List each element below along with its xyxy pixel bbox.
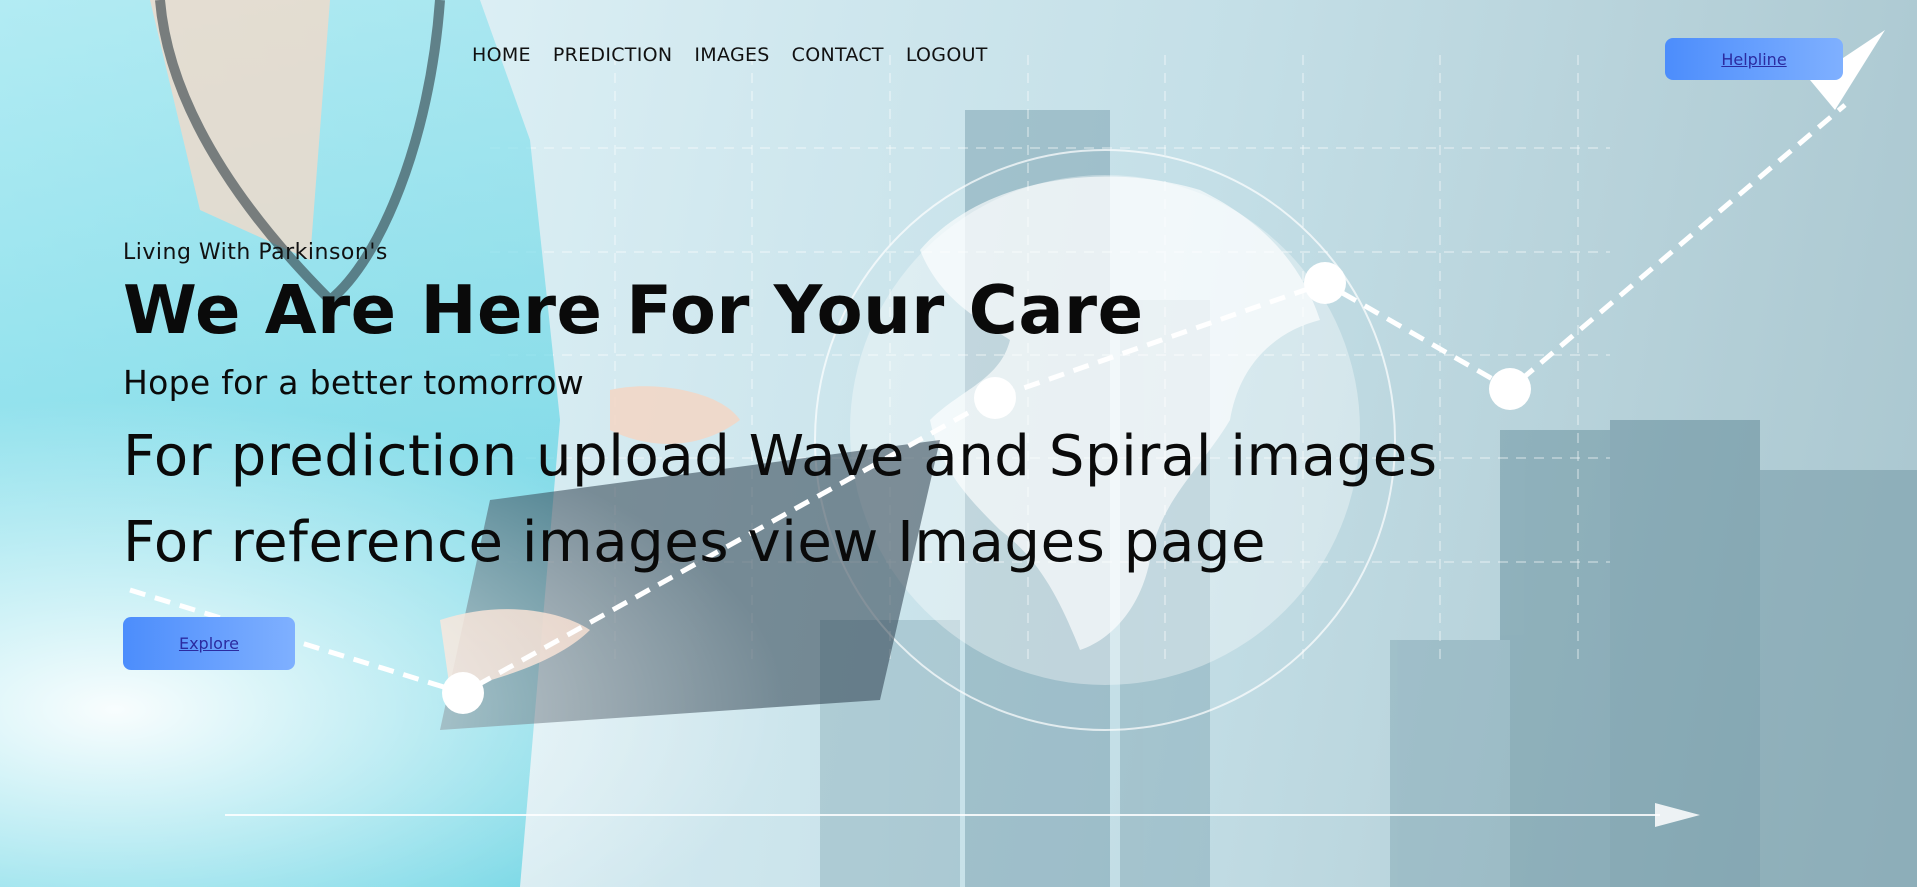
hero-title: We Are Here For Your Care — [123, 271, 1144, 349]
explore-button[interactable]: Explore — [123, 617, 295, 670]
hero-section: Living With Parkinson's We Are Here For … — [123, 240, 1438, 571]
nav-prediction[interactable]: PREDICTION — [553, 44, 673, 66]
main-nav: HOME PREDICTION IMAGES CONTACT LOGOUT — [472, 44, 1010, 66]
page: HOME PREDICTION IMAGES CONTACT LOGOUT He… — [0, 0, 1917, 887]
nav-home[interactable]: HOME — [472, 44, 531, 66]
nav-images[interactable]: IMAGES — [694, 44, 769, 66]
nav-contact[interactable]: CONTACT — [792, 44, 884, 66]
reference-instruction: For reference images view Images page — [123, 510, 1267, 575]
prediction-instruction: For prediction upload Wave and Spiral im… — [123, 424, 1438, 489]
nav-logout[interactable]: LOGOUT — [906, 44, 988, 66]
helpline-button[interactable]: Helpline — [1665, 38, 1843, 80]
hero-eyebrow: Living With Parkinson's — [123, 240, 388, 265]
hero-subtitle: Hope for a better tomorrow — [123, 363, 585, 402]
